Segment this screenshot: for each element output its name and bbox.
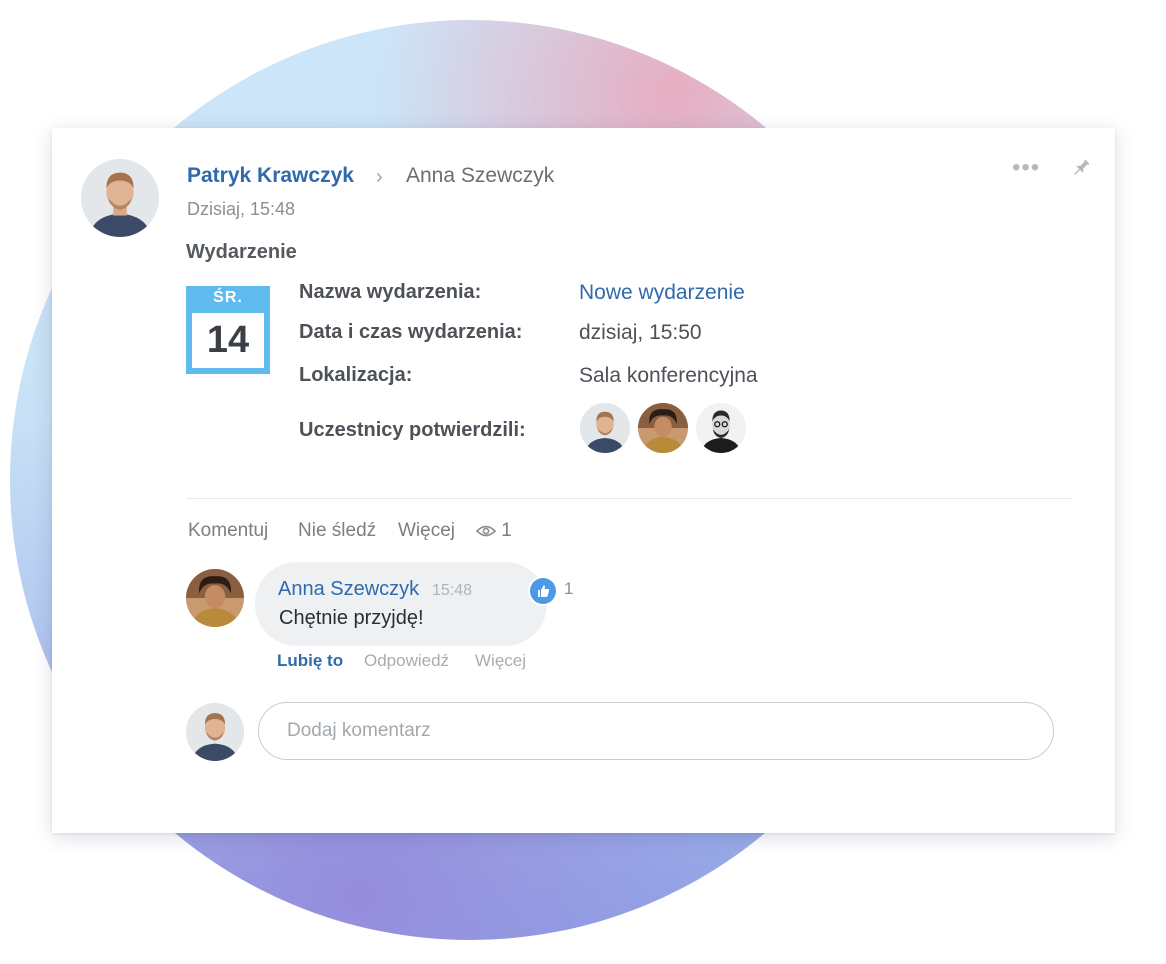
unfollow-button[interactable]: Nie śledź xyxy=(298,520,376,542)
author-name[interactable]: Patryk Krawczyk xyxy=(187,164,354,188)
views-counter: 1 xyxy=(475,520,512,542)
post-card: Patryk Krawczyk › Anna Szewczyk Dzisiaj,… xyxy=(52,128,1115,833)
participant-avatar[interactable] xyxy=(580,403,630,453)
reply-button[interactable]: Odpowiedź xyxy=(364,651,449,671)
post-type-label: Wydarzenie xyxy=(186,241,297,263)
commenter-avatar[interactable] xyxy=(186,569,244,627)
pin-icon[interactable] xyxy=(1069,156,1093,180)
chevron-right-icon: › xyxy=(376,166,383,188)
event-location-value: Sala konferencyjna xyxy=(579,364,758,387)
views-count: 1 xyxy=(501,520,512,541)
calendar-weekday: ŚR. xyxy=(213,289,243,306)
more-dots-icon[interactable]: ••• xyxy=(1012,154,1040,182)
comment-bubble xyxy=(255,562,547,646)
eye-icon xyxy=(475,525,497,537)
event-name-value[interactable]: Nowe wydarzenie xyxy=(579,281,745,305)
calendar-date: 14 xyxy=(192,313,264,368)
author-avatar[interactable] xyxy=(81,159,159,237)
thumbs-up-icon xyxy=(530,578,556,604)
participant-avatar[interactable] xyxy=(638,403,688,453)
like-count: 1 xyxy=(564,579,574,598)
add-comment-input[interactable] xyxy=(258,702,1054,760)
current-user-avatar xyxy=(186,703,244,761)
participant-avatar[interactable] xyxy=(696,403,746,453)
comment-author[interactable]: Anna Szewczyk xyxy=(278,578,419,601)
comment-button[interactable]: Komentuj xyxy=(188,520,268,542)
comment-time: 15:48 xyxy=(432,582,473,599)
event-name-label: Nazwa wydarzenia: xyxy=(299,281,482,303)
participants-label: Uczestnicy potwierdzili: xyxy=(299,419,526,441)
recipient-name[interactable]: Anna Szewczyk xyxy=(406,164,554,188)
comment-text: Chętnie przyjdę! xyxy=(279,607,424,629)
like-button[interactable]: Lubię to xyxy=(277,651,343,671)
event-datetime-label: Data i czas wydarzenia: xyxy=(299,321,523,343)
more-button[interactable]: Więcej xyxy=(398,520,455,542)
event-location-label: Lokalizacja: xyxy=(299,364,413,386)
comment-more-button[interactable]: Więcej xyxy=(475,651,526,671)
calendar-icon: ŚR. 14 xyxy=(186,286,270,374)
event-datetime-value: dzisiaj, 15:50 xyxy=(579,321,702,344)
post-timestamp: Dzisiaj, 15:48 xyxy=(187,199,296,219)
divider xyxy=(186,498,1072,499)
